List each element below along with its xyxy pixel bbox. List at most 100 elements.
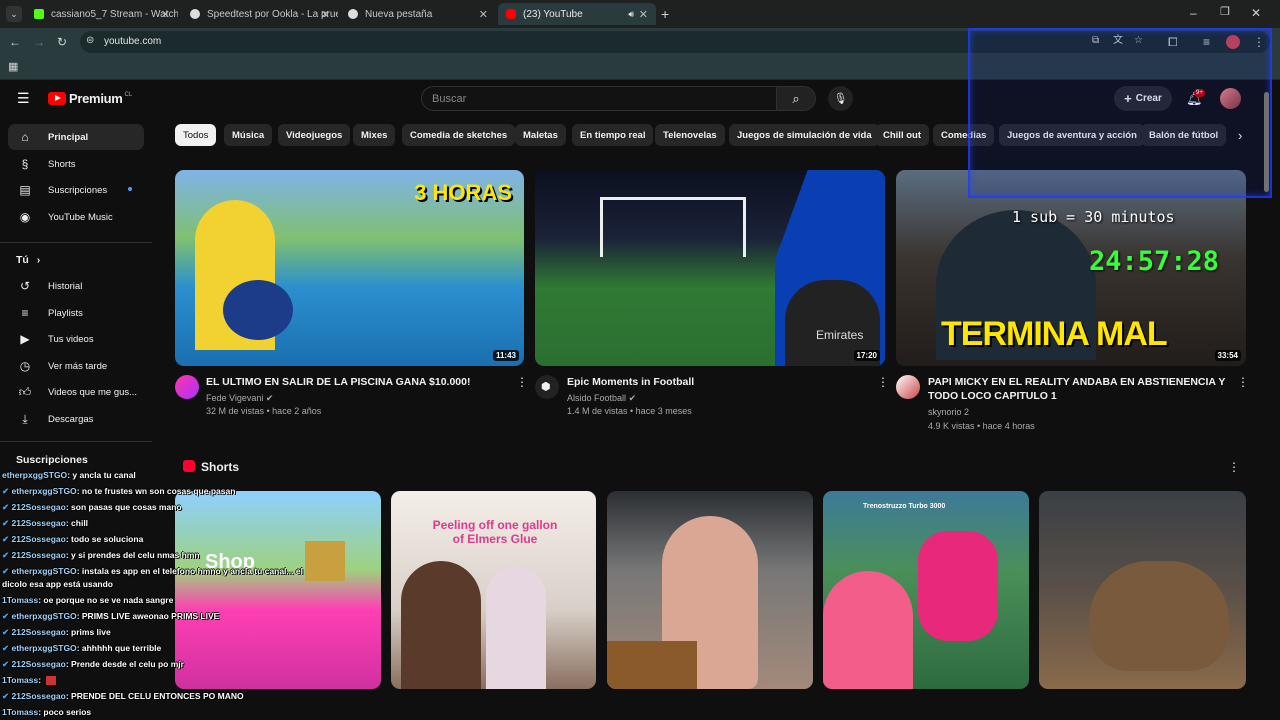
tab-speedtest[interactable]: Speedtest por Ookla - La prueb ✕: [182, 3, 338, 25]
chat-user: etherpxggSTGO: [2, 470, 68, 480]
chat-text: : PRIMS LIVE aweonao PRIMS LIVE: [76, 611, 220, 621]
video-thumbnail[interactable]: 3 HORAS 11:43: [175, 170, 524, 366]
chat-message: 1Tomass: poco serios: [2, 707, 91, 717]
sidebar-item-liked-videos[interactable]: 👍︎ Videos que me gus...: [8, 379, 144, 405]
forward-icon[interactable]: →: [33, 36, 45, 48]
reload-icon[interactable]: ↻: [57, 36, 67, 48]
chip-en-tiempo-real[interactable]: En tiempo real: [572, 124, 654, 146]
sidebar-item-subscriptions[interactable]: ▤ Suscripciones: [8, 177, 144, 203]
speaker-icon[interactable]: 🔊︎: [628, 9, 634, 20]
sidebar-you-heading[interactable]: Tú ›: [8, 247, 144, 273]
video-channel[interactable]: skynorio 2: [928, 405, 969, 419]
tab-kick[interactable]: cassiano5_7 Stream - Watch Li ✕: [26, 3, 178, 25]
chat-message: ✔︎ etherpxggSTGO: ahhhhh que terrible: [2, 643, 162, 653]
tab-new[interactable]: Nueva pestaña ✕: [340, 3, 496, 25]
shorts-menu-icon[interactable]: ⋮: [1228, 460, 1240, 474]
site-info-icon[interactable]: ⊜: [86, 36, 94, 46]
video-title[interactable]: EL ULTIMO EN SALIR DE LA PISCINA GANA $1…: [206, 375, 470, 389]
chat-user: etherpxggSTGO: [11, 643, 77, 653]
chip-juegos-simulacion[interactable]: Juegos de simulación de vida: [729, 124, 880, 146]
short-thumbnail[interactable]: Peeling off one gallon of Elmers Glue: [391, 491, 596, 689]
sidebar-item-principal[interactable]: ⌂ Principal: [8, 124, 144, 150]
close-tab-icon[interactable]: ✕: [161, 8, 170, 21]
search-input[interactable]: Buscar: [421, 86, 777, 111]
chip-telenovelas[interactable]: Telenovelas: [655, 124, 725, 146]
new-tab-icon[interactable]: +: [661, 7, 669, 21]
chrome-favicon-icon: [348, 9, 358, 19]
history-icon: ↺: [19, 279, 31, 293]
close-tab-icon[interactable]: ✕: [639, 8, 648, 21]
short-thumbnail[interactable]: Shop: [175, 491, 381, 689]
chat-user: 1Tomass: [2, 675, 39, 685]
chip-comedia-sketches[interactable]: Comedia de sketches: [402, 124, 516, 146]
search-button[interactable]: ⌕: [776, 86, 816, 111]
apps-grid-icon[interactable]: ▦: [8, 62, 18, 73]
video-title[interactable]: PAPI MICKY EN EL REALITY ANDABA EN ABSTI…: [928, 375, 1225, 389]
video-channel[interactable]: Alsido Football ✔︎: [567, 391, 636, 405]
chip-label: Juegos de simulación de vida: [737, 129, 872, 141]
video-menu-icon[interactable]: ⋮: [516, 375, 528, 389]
tab-title: (23) YouTube: [523, 8, 583, 20]
short-thumbnail[interactable]: [1039, 491, 1246, 689]
short-figure: [486, 566, 546, 689]
chip-label: Maletas: [523, 129, 558, 141]
short-thumbnail[interactable]: Trenostruzzo Turbo 3000: [823, 491, 1029, 689]
chat-message: dicolo esa app está usando: [2, 579, 113, 589]
video-title[interactable]: Epic Moments in Football: [567, 375, 694, 389]
menu-hamburger-icon[interactable]: ☰: [17, 91, 30, 105]
video-channel[interactable]: Fede Vigevani ✔︎: [206, 391, 273, 405]
thumbnail-overlay-text: Emirates: [816, 328, 864, 342]
short-thumbnail[interactable]: [607, 491, 813, 689]
back-icon[interactable]: ←: [9, 36, 21, 48]
clock-icon: ◷: [19, 359, 31, 373]
chat-user: 1Tomass: [2, 707, 39, 717]
close-tab-icon[interactable]: ✕: [479, 8, 488, 21]
sidebar-item-downloads[interactable]: ⤓ Descargas: [8, 406, 144, 432]
video-meta: 1.4 M de vistas • hace 3 meses: [567, 406, 692, 416]
youtube-logo[interactable]: Premium CL: [48, 91, 132, 106]
sidebar-item-shorts[interactable]: § Shorts: [8, 151, 144, 177]
video-thumbnail[interactable]: Emirates 17:20: [535, 170, 885, 366]
sidebar-item-label: Suscripciones: [48, 184, 108, 196]
chip-chill-out[interactable]: Chill out: [875, 124, 929, 146]
video-menu-icon[interactable]: ⋮: [877, 375, 889, 389]
chip-todos[interactable]: Todos: [175, 124, 217, 146]
chip-videojuegos[interactable]: Videojuegos: [278, 124, 351, 146]
channel-avatar[interactable]: [175, 375, 199, 399]
short-figure: [823, 571, 913, 689]
sidebar-item-label: Descargas: [48, 413, 94, 425]
short-caption: Peeling off one gallon of Elmers Glue: [432, 518, 558, 546]
video-thumbnail[interactable]: 1 sub = 30 minutos 24:57:28 TERMINA MAL …: [896, 170, 1246, 366]
kick-favicon-icon: [34, 9, 44, 19]
channel-avatar[interactable]: [896, 375, 920, 399]
verified-icon: ✔︎: [265, 393, 274, 403]
sidebar-item-history[interactable]: ↺ Historial: [8, 273, 144, 299]
url-text[interactable]: youtube.com: [104, 36, 161, 47]
sidebar-item-playlists[interactable]: ≡ Playlists: [8, 300, 144, 326]
minimize-icon[interactable]: –: [1190, 7, 1197, 19]
video-title-line2[interactable]: TODO LOCO CAPITULO 1: [928, 389, 1057, 403]
chat-text: dicolo esa app está usando: [2, 579, 114, 589]
tab-title: Nueva pestaña: [365, 8, 433, 20]
chat-user: 212Sossegao: [11, 691, 66, 701]
channel-avatar[interactable]: ⬢: [535, 375, 559, 399]
sidebar-item-watch-later[interactable]: ◷ Ver más tarde: [8, 353, 144, 379]
chip-musica[interactable]: Música: [224, 124, 273, 146]
chip-mixes[interactable]: Mixes: [353, 124, 396, 146]
tab-youtube[interactable]: (23) YouTube 🔊︎ ✕: [498, 3, 656, 25]
window-close-icon[interactable]: ✕: [1251, 7, 1261, 19]
sidebar-item-youtube-music[interactable]: ◉ YouTube Music: [8, 204, 144, 230]
tab-search-icon[interactable]: ⌄: [6, 6, 22, 22]
youtube-page: ☰ Premium CL Buscar ⌕ 🎙︎ + Crear 🔔︎ 9+ ⌂ P…: [0, 28, 1280, 720]
voice-search-button[interactable]: 🎙︎: [828, 86, 853, 111]
sidebar-item-label: Historial: [48, 280, 83, 292]
chat-user: etherpxggSTGO: [11, 611, 77, 621]
page-scrollbar[interactable]: [1264, 92, 1269, 192]
sidebar-item-your-videos[interactable]: ▶ Tus videos: [8, 326, 144, 352]
close-tab-icon[interactable]: ✕: [321, 8, 330, 21]
chip-label: Telenovelas: [663, 129, 717, 141]
video-menu-icon[interactable]: ⋮: [1237, 375, 1249, 389]
maximize-icon[interactable]: ❐: [1220, 7, 1230, 18]
shorts-logo-icon: [183, 460, 195, 472]
chip-maletas[interactable]: Maletas: [515, 124, 566, 146]
